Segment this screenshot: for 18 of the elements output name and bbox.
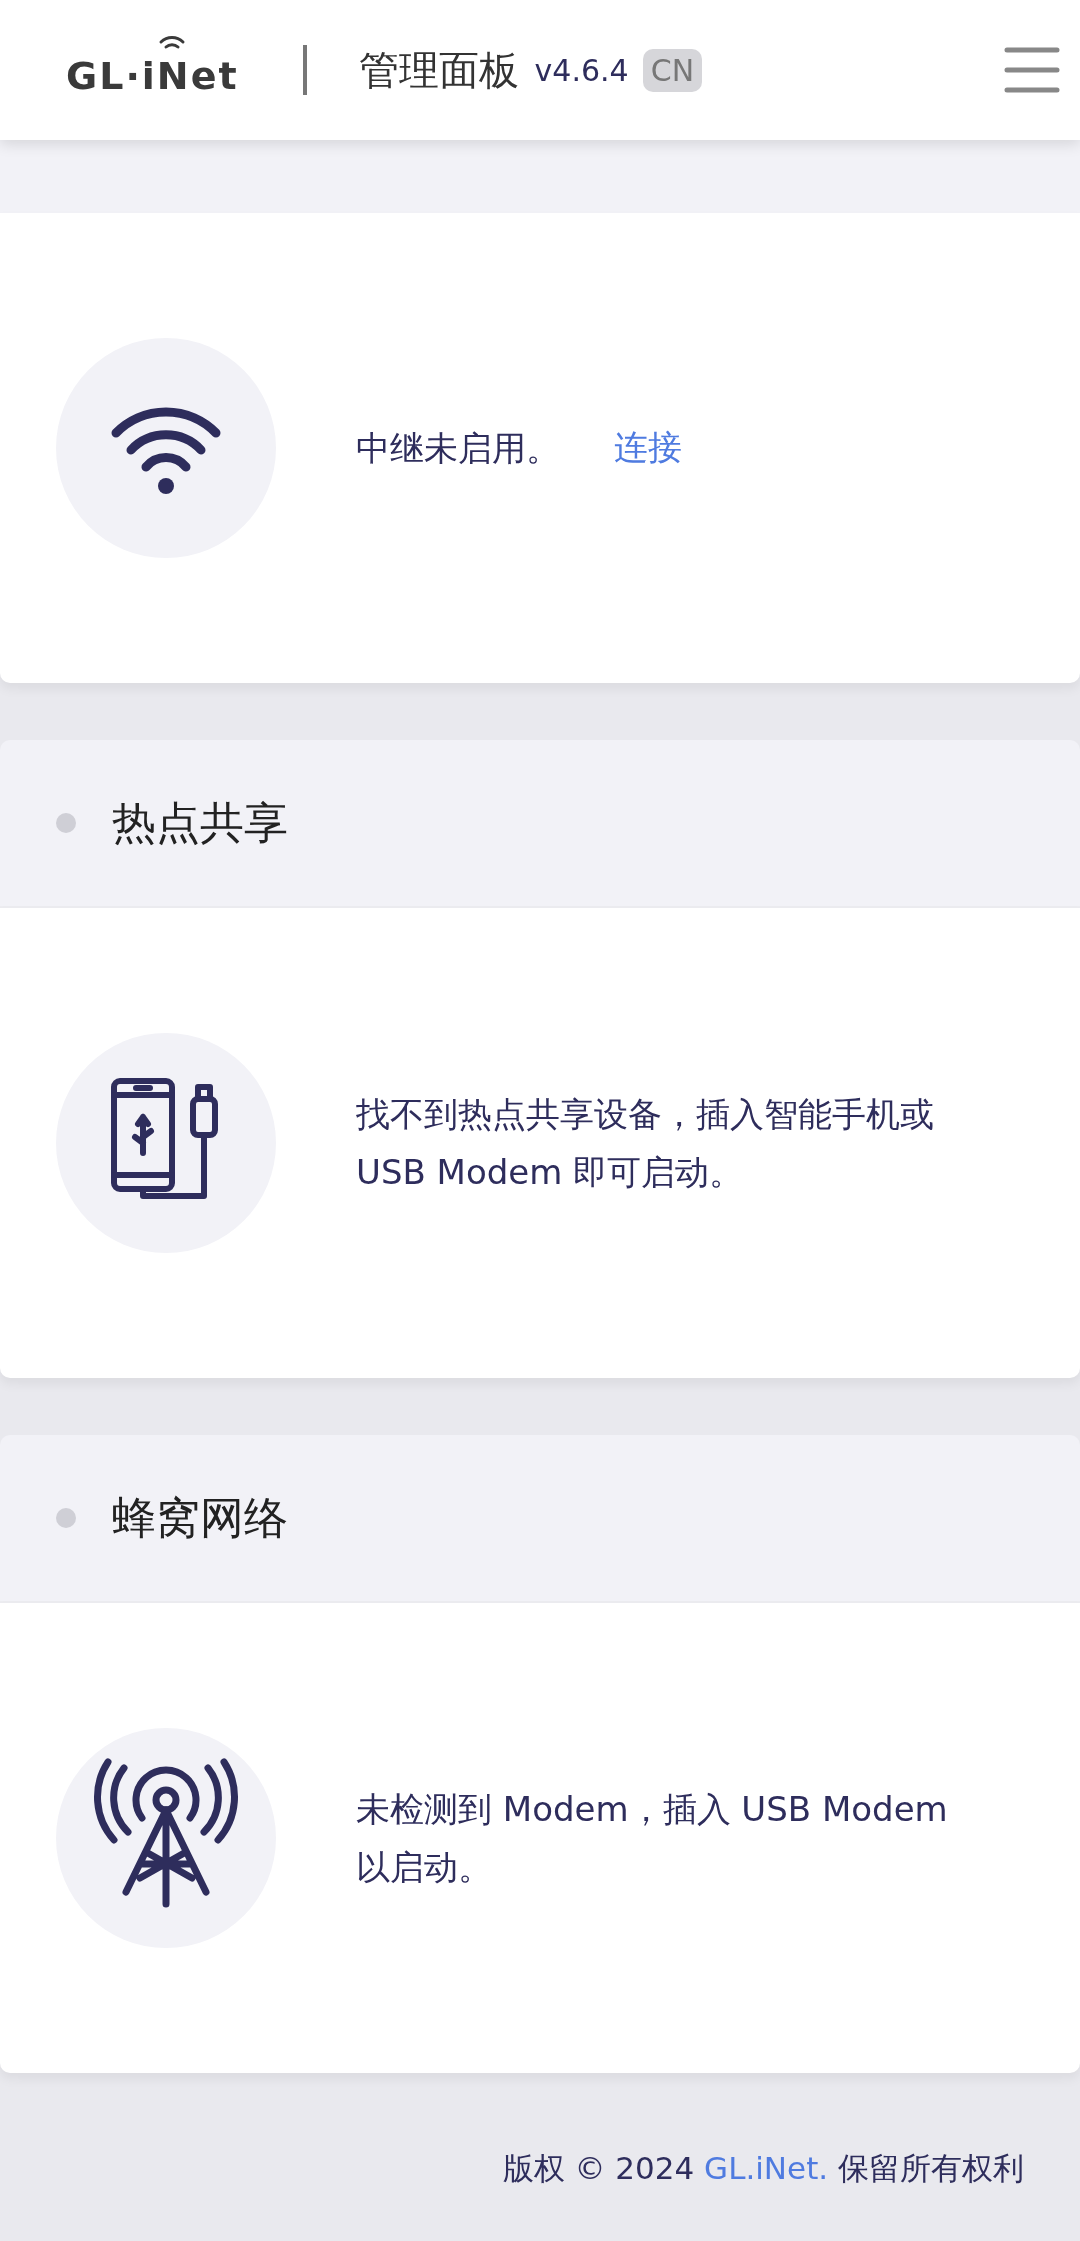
bullet-dot: [56, 1508, 76, 1528]
bullet-dot: [56, 813, 76, 833]
menu-button[interactable]: [1004, 46, 1060, 94]
connect-link[interactable]: 连接: [614, 425, 682, 471]
panel-title: 管理面板: [358, 45, 519, 95]
copyright-text: 版权 © 2024 GL.iNet. 保留所有权利: [502, 2149, 1024, 2188]
section-title: 热点共享: [112, 795, 288, 850]
company-link[interactable]: GL.iNet.: [704, 2150, 829, 2186]
antenna-tower-icon: [56, 1728, 276, 1948]
status-message: 中继未启用。: [356, 427, 560, 470]
wifi-icon: [56, 338, 276, 558]
phone-cable-icon: [56, 1033, 276, 1253]
logo[interactable]: GL·iNet: [66, 54, 239, 98]
language-badge[interactable]: CN: [642, 48, 703, 92]
version-label: v4.6.4: [534, 52, 629, 88]
status-message: 找不到热点共享设备，插入智能手机或 USB Modem 即可启动。: [356, 1093, 935, 1194]
status-message: 未检测到 Modem，插入 USB Modem 以启动。: [356, 1788, 949, 1889]
section-title: 蜂窝网络: [112, 1490, 288, 1545]
